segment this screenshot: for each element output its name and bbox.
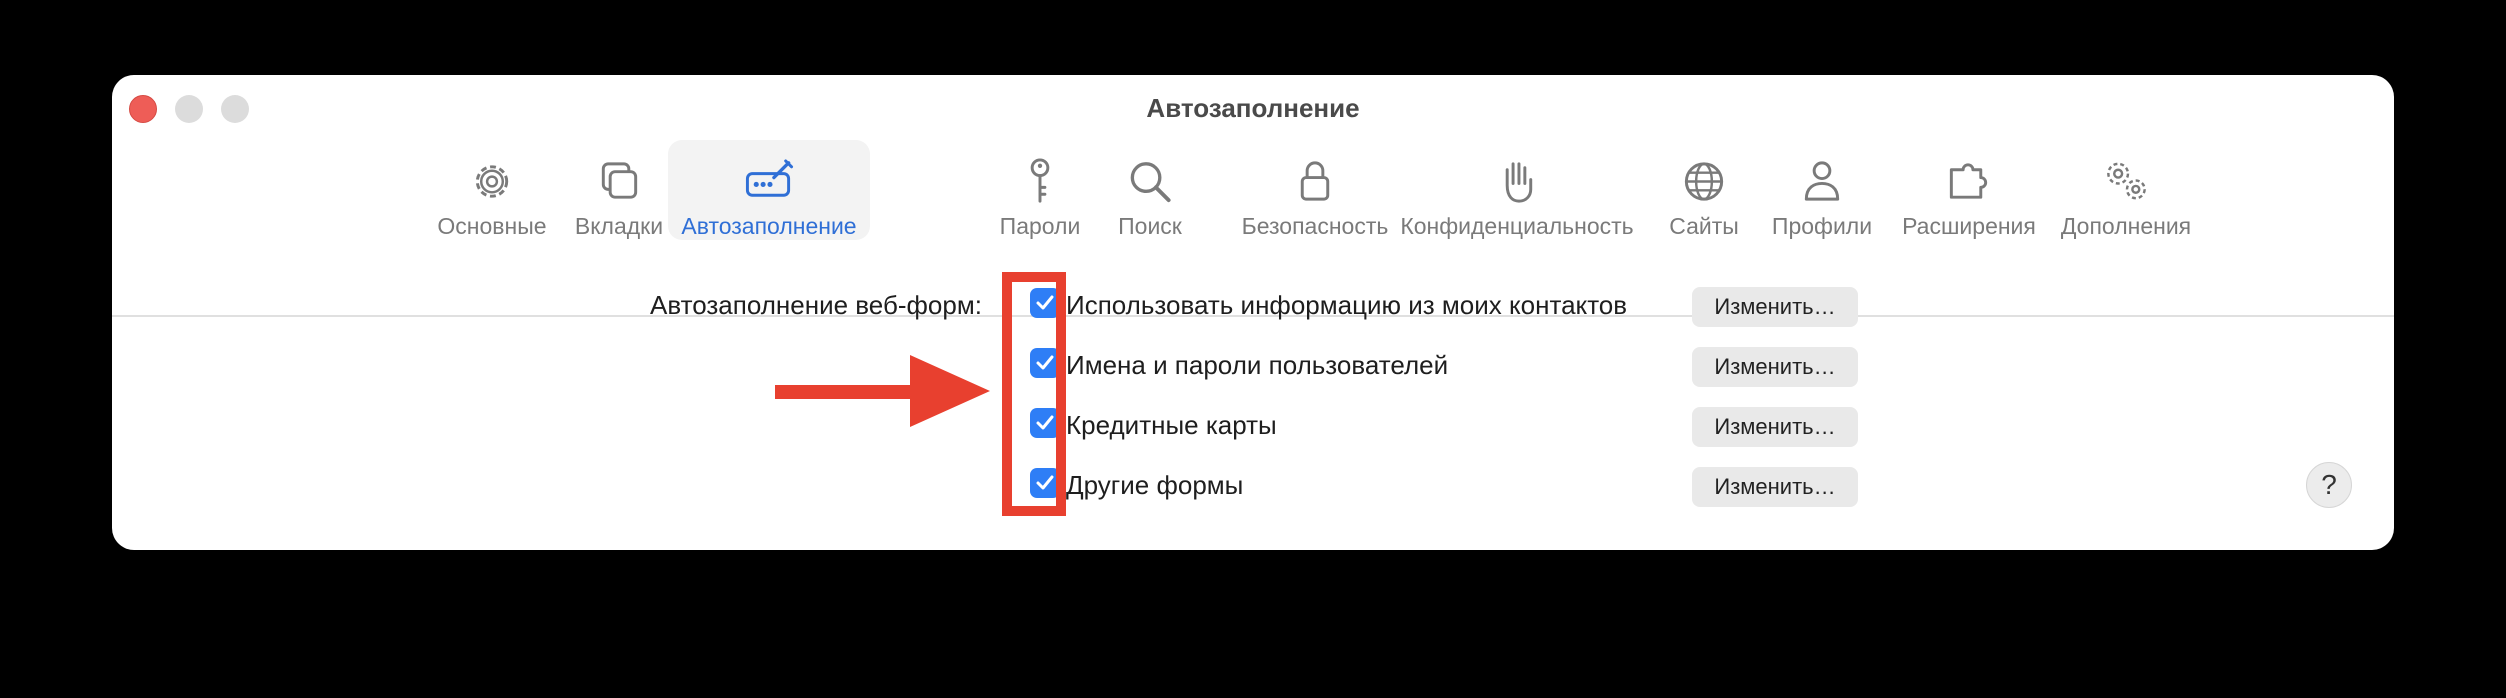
tab-security[interactable]: Безопасность: [1215, 140, 1415, 240]
tab-label: Сайты: [1669, 213, 1739, 239]
tab-websites[interactable]: Сайты: [1649, 140, 1759, 240]
edit-credit-cards-button[interactable]: Изменить…: [1692, 407, 1858, 447]
tabs-icon: [601, 162, 638, 199]
globe-icon: [1684, 162, 1724, 201]
tab-label: Основные: [437, 213, 547, 239]
tab-label: Пароли: [999, 213, 1081, 239]
tab-search[interactable]: Поиск: [1095, 140, 1205, 240]
puzzle-icon: [1949, 163, 1988, 199]
search-icon: [1130, 162, 1171, 203]
tab-profiles[interactable]: Профили: [1760, 140, 1884, 240]
autofill-section-label: Автозаполнение веб-форм:: [650, 290, 982, 320]
usernames-passwords-option-label: Имена и пароли пользователей: [1066, 350, 1449, 380]
lock-icon: [1300, 161, 1330, 201]
gear-icon: [475, 165, 509, 198]
edit-passwords-button[interactable]: Изменить…: [1692, 347, 1858, 387]
key-icon: [1030, 158, 1050, 203]
other-forms-option-label: Другие формы: [1066, 470, 1244, 500]
tab-label: Вкладки: [574, 213, 664, 239]
tab-label: Автозаполнение: [681, 213, 857, 239]
tab-advanced[interactable]: Дополнения: [2053, 140, 2199, 240]
tab-privacy[interactable]: Конфиденциальность: [1397, 140, 1637, 240]
tab-passwords[interactable]: Пароли: [984, 140, 1096, 240]
tab-label: Безопасность: [1241, 213, 1389, 239]
tab-label: Расширения: [1902, 213, 2036, 239]
preferences-window: Автозаполнение Основные Вкладки Автозапо…: [112, 75, 2394, 550]
tab-extensions[interactable]: Расширения: [1892, 140, 2046, 240]
edit-other-forms-button[interactable]: Изменить…: [1692, 467, 1858, 507]
tab-tabs[interactable]: Вкладки: [557, 140, 681, 240]
tab-label: Дополнения: [2060, 213, 2192, 239]
tab-label: Поиск: [1118, 213, 1182, 239]
autofill-icon: [745, 159, 794, 197]
tab-general[interactable]: Основные: [420, 140, 564, 240]
help-button[interactable]: ?: [2306, 462, 2352, 508]
tab-autofill[interactable]: Автозаполнение: [668, 140, 870, 240]
gears-icon: [2107, 162, 2146, 200]
hand-icon: [1505, 162, 1533, 203]
contacts-option-label: Использовать информацию из моих контакто…: [1066, 290, 1628, 320]
credit-cards-option-label: Кредитные карты: [1066, 410, 1277, 440]
annotation-arrow-icon: [775, 355, 990, 427]
person-icon: [1804, 161, 1840, 201]
edit-contacts-button[interactable]: Изменить…: [1692, 287, 1858, 327]
annotation-highlight-box: [1002, 272, 1066, 516]
tab-label: Профили: [1771, 213, 1873, 239]
window-title: Автозаполнение: [1146, 93, 1360, 123]
tab-label: Конфиденциальность: [1400, 213, 1634, 239]
